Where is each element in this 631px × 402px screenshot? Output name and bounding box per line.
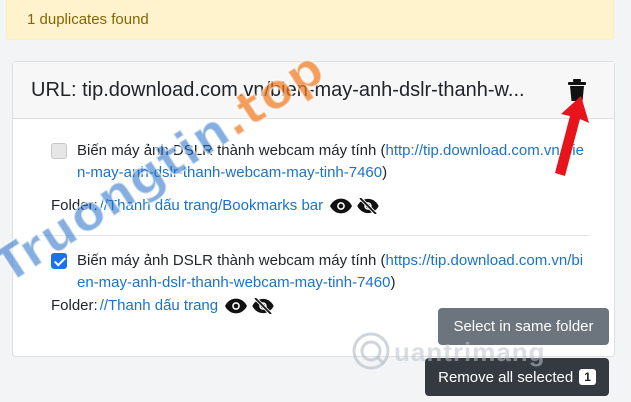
folder-label: Folder: xyxy=(51,297,98,314)
arrow-icon xyxy=(555,96,589,176)
duplicates-alert: 1 duplicates found xyxy=(6,0,614,40)
selected-count-badge: 1 xyxy=(579,369,596,385)
eye-icon[interactable] xyxy=(330,198,353,214)
eye-icon[interactable] xyxy=(225,298,248,314)
eye-slash-icon[interactable] xyxy=(357,197,379,214)
folder-row: Folder: //Thanh dấu trang xyxy=(51,297,274,314)
remove-all-selected-label: Remove all selected xyxy=(438,368,574,386)
eye-slash-icon[interactable] xyxy=(252,297,274,314)
folder-path-link[interactable]: //Thanh dấu trang xyxy=(100,297,218,314)
watermark-logo-icon xyxy=(352,332,390,370)
alert-text: 1 duplicates found xyxy=(27,11,149,28)
watermark-brand: uantrimang xyxy=(394,337,546,367)
select-same-folder-label: Select in same folder xyxy=(453,318,594,335)
entry-title: Biến máy ảnh DSLR thành webcam máy tính xyxy=(77,252,377,269)
entry-text: Biến máy ảnh DSLR thành webcam máy tính … xyxy=(77,252,584,291)
entry-checkbox[interactable] xyxy=(51,143,67,159)
entry-divider xyxy=(39,235,589,236)
